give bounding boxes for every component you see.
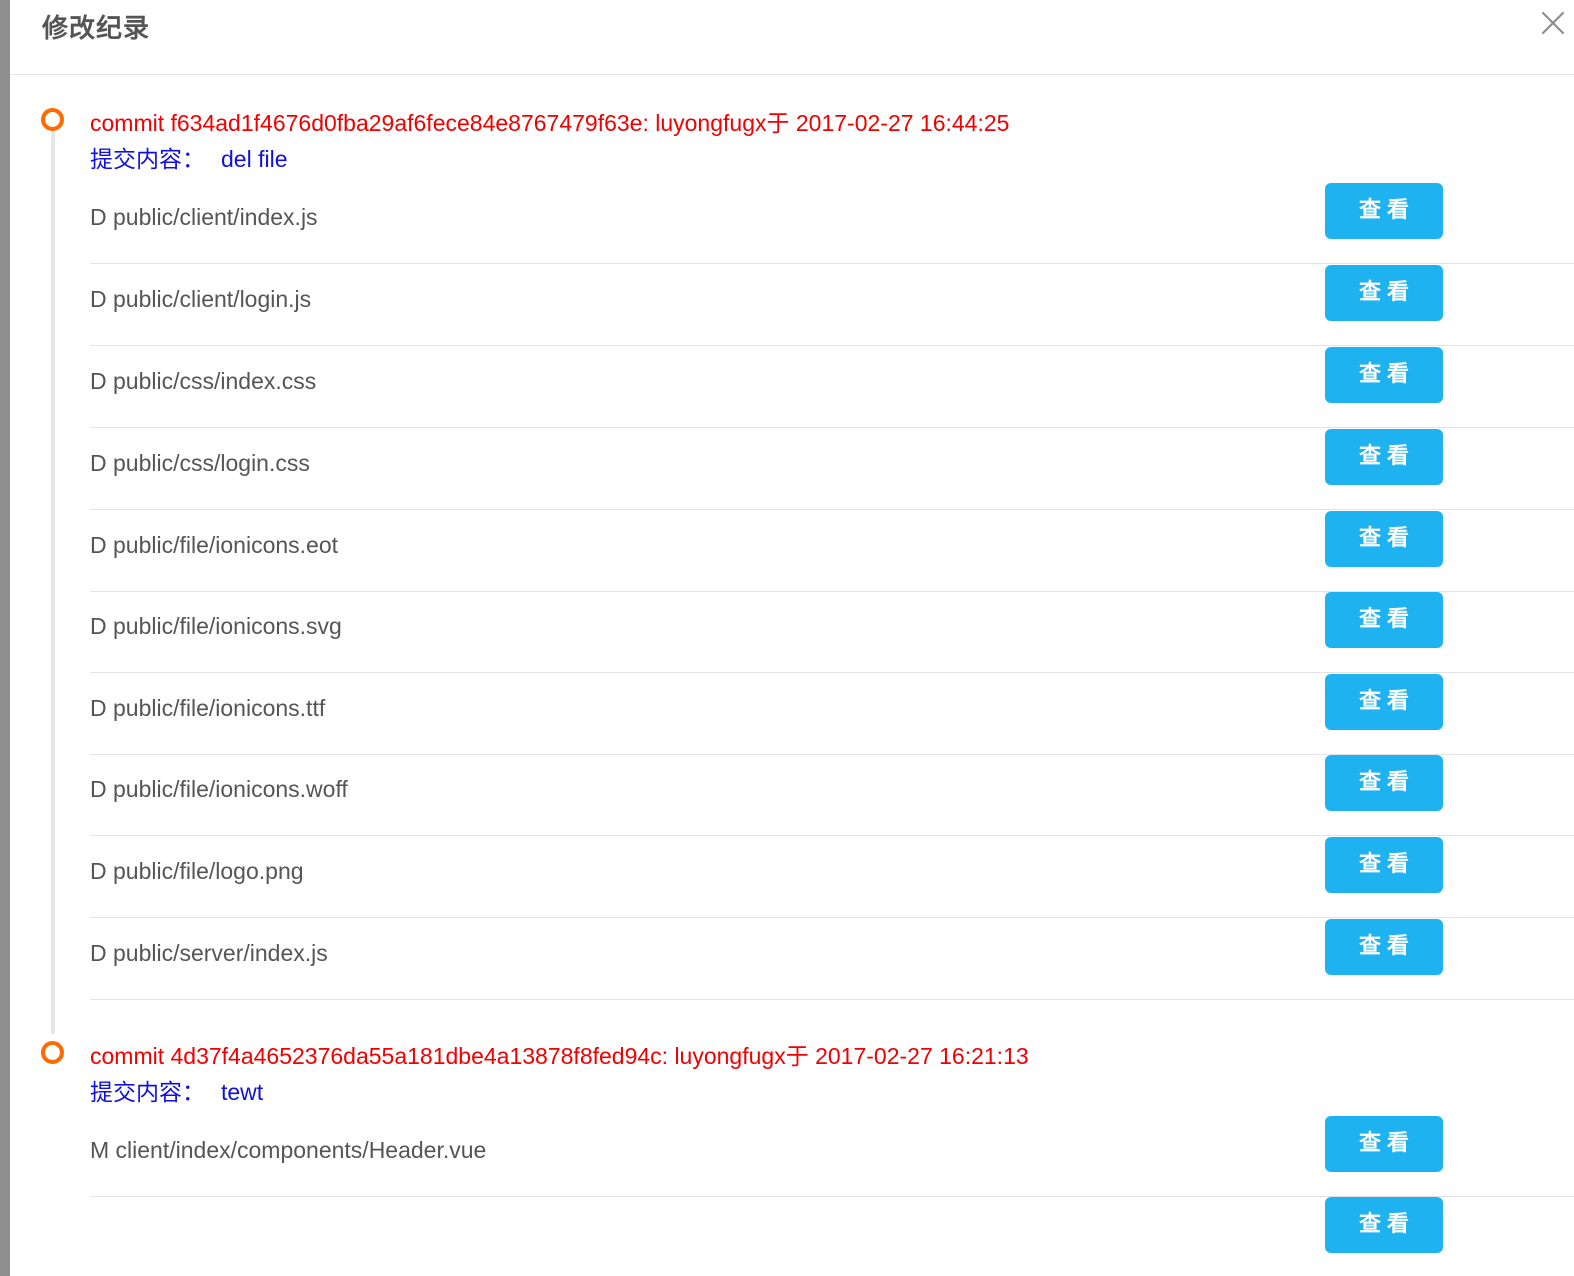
view-button[interactable]: 查看 [1325,1197,1443,1253]
view-button[interactable]: 查看 [1325,183,1443,239]
file-name: D public/client/index.js [90,204,318,230]
file-name: D public/client/login.js [90,286,312,312]
file-name: D public/css/login.css [90,450,310,476]
file-name: D public/server/index.js [90,940,328,966]
file-name: D public/file/ionicons.svg [90,613,342,639]
file-name: D public/file/ionicons.ttf [90,695,326,721]
file-row: D public/file/ionicons.ttf 查看 [90,673,1574,755]
file-row: D public/css/index.css 查看 [90,346,1574,428]
commit-message: 提交内容： del file [90,140,287,174]
file-name: D public/file/logo.png [90,858,304,884]
view-button[interactable]: 查看 [1325,265,1443,321]
view-button[interactable]: 查看 [1325,1116,1443,1172]
commit-header: commit f634ad1f4676d0fba29af6fece84e8767… [90,110,1010,136]
view-button[interactable]: 查看 [1325,592,1443,648]
file-name: D public/file/ionicons.woff [90,776,348,802]
file-row: D public/file/logo.png 查看 [90,836,1574,918]
view-button[interactable]: 查看 [1325,674,1443,730]
file-row: D public/server/index.js 查看 [90,918,1574,1000]
commit-message: 提交内容： tewt [90,1073,263,1107]
file-row: 查看 [90,1196,1574,1276]
commit-message-text: del file [221,146,288,172]
commit-message-label: 提交内容： [90,1079,205,1105]
commit-header: commit 4d37f4a4652376da55a181dbe4a13878f… [90,1043,1029,1069]
backdrop-strip [0,0,10,1276]
commit-message-label: 提交内容： [90,146,205,172]
file-row: D public/file/ionicons.woff 查看 [90,754,1574,836]
close-icon[interactable] [1540,10,1566,36]
view-button[interactable]: 查看 [1325,919,1443,975]
file-name: M client/index/components/Header.vue [90,1137,487,1163]
file-row: D public/file/ionicons.eot 查看 [90,510,1574,592]
file-row: D public/client/index.js 查看 [90,182,1574,264]
dialog-header: 修改纪录 [10,0,1574,75]
timeline-line [51,118,55,1034]
file-row: D public/css/login.css 查看 [90,428,1574,510]
timeline-dot-icon [41,108,64,131]
page: 修改纪录 commit f634ad1f4676d0fba29af6fece84… [0,0,1574,1276]
file-row: D public/file/ionicons.svg 查看 [90,591,1574,673]
view-button[interactable]: 查看 [1325,511,1443,567]
file-row: D public/client/login.js 查看 [90,264,1574,346]
dialog-title: 修改纪录 [42,14,151,44]
file-row: M client/index/components/Header.vue 查看 [90,1115,1574,1197]
view-button[interactable]: 查看 [1325,755,1443,811]
timeline-dot-icon [41,1041,64,1064]
commit-message-text: tewt [221,1079,264,1105]
file-name: D public/css/index.css [90,368,317,394]
view-button[interactable]: 查看 [1325,347,1443,403]
file-name: D public/file/ionicons.eot [90,532,339,558]
view-button[interactable]: 查看 [1325,837,1443,893]
view-button[interactable]: 查看 [1325,429,1443,485]
